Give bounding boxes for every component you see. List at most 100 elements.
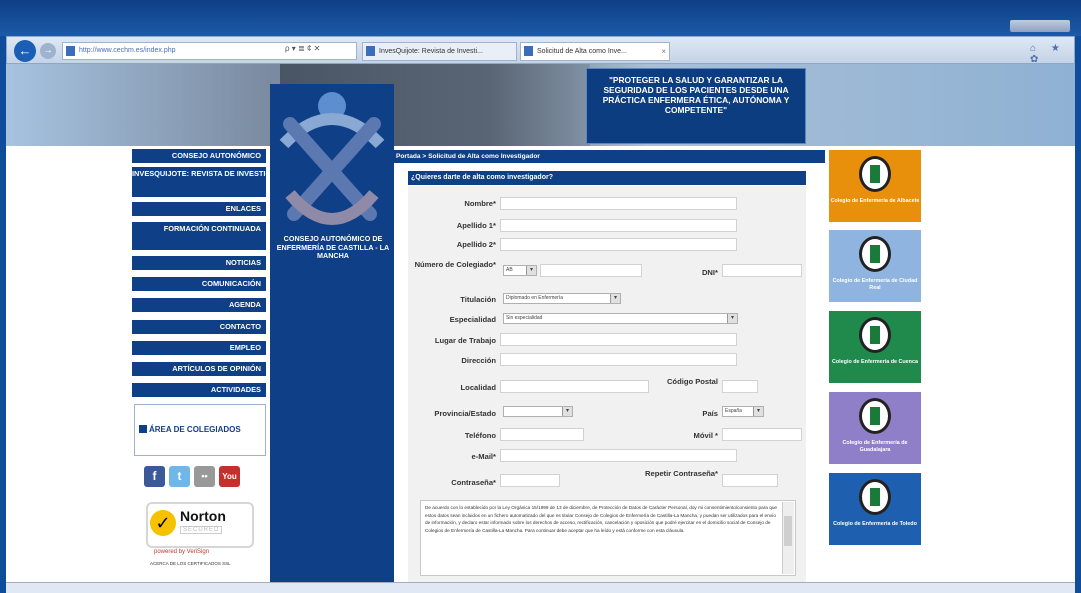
movil-input[interactable] [722, 428, 802, 441]
label-apellido1: Apellido 1* [456, 221, 496, 230]
label-apellido2: Apellido 2* [456, 240, 496, 249]
apellido1-input[interactable] [500, 219, 737, 232]
label-dni: DNI* [701, 268, 718, 277]
apellido2-input[interactable] [500, 238, 737, 251]
contrasena-input[interactable] [500, 474, 560, 487]
label-contrasena: Contraseña* [451, 478, 496, 487]
facebook-icon[interactable]: f [144, 466, 165, 487]
label-localidad: Localidad [460, 383, 496, 392]
address-url: http://www.cechm.es/index.php [79, 47, 176, 54]
college-label: Colegio de Enfermería de Ciudad Real [832, 278, 918, 291]
chevron-down-icon: ▾ [562, 407, 572, 416]
browser-home-icons[interactable]: ⌂ ★ ✿ [1030, 43, 1081, 65]
address-tools[interactable]: ρ ▾ ≣ ¢ ✕ [285, 44, 320, 53]
crest-icon [859, 479, 891, 515]
tab-label: Solicitud de Alta como Inve... [537, 48, 627, 55]
college-cuenca[interactable]: Colegio de Enfermería de Cuenca [829, 311, 921, 383]
label-movil: Móvil * [693, 431, 718, 440]
council-logo-icon [279, 92, 385, 225]
chevron-down-icon: ▾ [753, 407, 763, 416]
college-label: Colegio de Enfermería de Toledo [833, 521, 917, 527]
label-numero-colegiado: Número de Colegiado* [414, 260, 496, 269]
powered-by: powered by VeriSign [154, 549, 210, 555]
area-colegiados-label: ÁREA DE COLEGIADOS [149, 425, 241, 434]
provincia-select[interactable]: ▾ [503, 406, 573, 417]
twitter-icon[interactable]: t [169, 466, 190, 487]
sidebar-item-noticias[interactable]: NOTICIAS [132, 256, 266, 270]
crest-icon [859, 156, 891, 192]
forward-button[interactable]: → [40, 43, 56, 59]
college-label: Colegio de Enfermería de Guadalajara [842, 440, 908, 453]
nombre-input[interactable] [500, 197, 737, 210]
sidebar-item-formacion[interactable]: FORMACIÓN CONTINUADA [132, 222, 266, 250]
label-nombre: Nombre* [464, 199, 496, 208]
bullet-icon [139, 425, 147, 433]
college-guadalajara[interactable]: Colegio de Enfermería de Guadalajara [829, 392, 921, 464]
tab-label: InvesQuijote: Revista de Investi... [379, 48, 483, 55]
sidebar-item-consejo[interactable]: CONSEJO AUTONÓMICO [132, 149, 266, 163]
sidebar-item-actividades[interactable]: ACTIVIDADES [132, 383, 266, 397]
especialidad-value: Sin especialidad [506, 315, 543, 321]
titulacion-value: Diplomado en Enfermería [506, 295, 563, 301]
label-especialidad: Especialidad [449, 315, 496, 324]
telefono-input[interactable] [500, 428, 584, 441]
legal-scroll-thumb[interactable] [784, 516, 792, 546]
tab-invesquijote[interactable]: InvesQuijote: Revista de Investi... [362, 42, 517, 61]
sidebar-item-agenda[interactable]: AGENDA [132, 298, 266, 312]
sidebar-item-comunicacion[interactable]: COMUNICACIÓN [132, 277, 266, 291]
titulacion-select[interactable]: Diplomado en Enfermería ▾ [503, 293, 621, 304]
sidebar-item-empleo[interactable]: EMPLEO [132, 341, 266, 355]
especialidad-select[interactable]: Sin especialidad ▾ [503, 313, 738, 324]
flickr-icon[interactable]: •• [194, 466, 215, 487]
sidebar-item-contacto[interactable]: CONTACTO [132, 320, 266, 334]
window-controls[interactable] [1010, 20, 1070, 32]
close-tab-icon[interactable]: × [661, 43, 666, 60]
ssl-about-link[interactable]: ACERCA DE LOS CERTIFICADOS SSL [150, 561, 231, 566]
chevron-down-icon: ▾ [610, 294, 620, 303]
codigo-postal-input[interactable] [722, 380, 758, 393]
norton-secured: SECURED [180, 526, 223, 534]
area-colegiados-link[interactable]: ÁREA DE COLEGIADOS [134, 404, 266, 456]
label-email: e-Mail* [471, 452, 496, 461]
pais-value: España [725, 408, 742, 414]
repetir-contrasena-input[interactable] [722, 474, 778, 487]
college-albacete[interactable]: Colegio de Enfermería de Albacete [829, 150, 921, 222]
sidebar-item-invesquijote[interactable]: INVESQUIJOTE: REVISTA DE INVESTIGACIÓN [132, 167, 266, 197]
numero-prefix-select[interactable]: AB ▾ [503, 265, 537, 276]
dni-input[interactable] [722, 264, 802, 277]
college-label: Colegio de Enfermería de Cuenca [832, 359, 918, 365]
college-label: Colegio de Enfermería de Albacete [830, 198, 920, 204]
checkmark-icon: ✓ [150, 510, 176, 536]
legal-clause[interactable]: De acuerdo con lo establecido por la Ley… [420, 500, 796, 576]
label-pais: País [702, 409, 718, 418]
localidad-input[interactable] [500, 380, 649, 393]
pais-select[interactable]: España ▾ [722, 406, 764, 417]
lugar-trabajo-input[interactable] [500, 333, 737, 346]
label-lugar-trabajo: Lugar de Trabajo [434, 336, 496, 345]
label-telefono: Teléfono [464, 431, 496, 440]
browser-status-bar [6, 582, 1075, 593]
crest-icon [859, 236, 891, 272]
breadcrumb: Portada > Solicitud de Alta como Investi… [393, 150, 825, 163]
label-codigo-postal: Código Postal [666, 377, 718, 386]
label-titulacion: Titulación [460, 295, 496, 304]
sidebar-item-articulos[interactable]: ARTÍCULOS DE OPINIÓN [132, 362, 266, 376]
crest-icon [859, 317, 891, 353]
social-links: f t •• You [144, 466, 240, 492]
college-ciudad-real[interactable]: Colegio de Enfermería de Ciudad Real [829, 230, 921, 302]
crest-icon [859, 398, 891, 434]
chevron-down-icon: ▾ [727, 314, 737, 323]
direccion-input[interactable] [500, 353, 737, 366]
council-name: CONSEJO AUTONÓMICO DE ENFERMERÍA DE CAST… [276, 234, 390, 260]
sidebar-item-enlaces[interactable]: ENLACES [132, 202, 266, 216]
label-repetir-contrasena: Repetir Contraseña* [644, 469, 718, 478]
youtube-icon[interactable]: You [219, 466, 240, 487]
numero-colegiado-input[interactable] [540, 264, 642, 277]
college-toledo[interactable]: Colegio de Enfermería de Toledo [829, 473, 921, 545]
email-input[interactable] [500, 449, 737, 462]
back-button[interactable]: ← [14, 40, 36, 62]
window-title-bar [0, 0, 1081, 36]
banner-quote: "PROTEGER LA SALUD Y GARANTIZAR LA SEGUR… [586, 68, 806, 144]
tab-solicitud[interactable]: Solicitud de Alta como Inve... × [520, 42, 670, 61]
tab-favicon-icon [524, 46, 533, 56]
